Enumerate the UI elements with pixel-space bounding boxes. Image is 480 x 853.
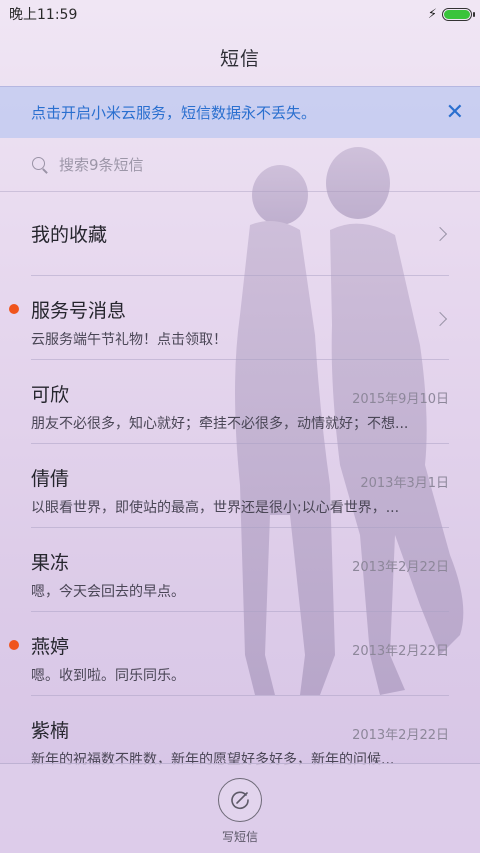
bottom-toolbar: 写短信	[0, 763, 480, 853]
page-title: 短信	[219, 47, 260, 70]
search-bar[interactable]: 搜索9条短信	[0, 138, 480, 192]
thread-row[interactable]: 果冻 2013年2月22日 嗯，今天会回去的早点。	[31, 528, 449, 612]
thread-preview: 以眼看世界，即使站的最高，世界还是很小;以心看世界，...	[31, 500, 400, 516]
unread-dot	[9, 304, 19, 314]
favorites-label: 我的收藏	[31, 224, 108, 246]
thread-preview: 嗯，今天会回去的早点。	[31, 584, 185, 600]
battery-icon	[442, 7, 475, 21]
battery-level	[444, 9, 470, 19]
status-time: 晚上11:59	[9, 7, 78, 23]
thread-date: 2013年2月22日	[352, 644, 449, 659]
compose-label[interactable]: 写短信	[222, 828, 258, 845]
compose-icon	[231, 791, 249, 810]
header: 短信	[0, 28, 480, 86]
thread-name: 服务号消息	[31, 300, 127, 322]
status-bar: 晚上11:59 ⚡	[0, 0, 480, 28]
favorites-row[interactable]: 我的收藏	[31, 192, 449, 276]
bolt-icon: ⚡	[427, 6, 437, 22]
thread-date: 2013年3月1日	[360, 476, 449, 491]
chevron-right-icon	[432, 226, 448, 241]
close-icon[interactable]: ✕	[446, 101, 464, 124]
compose-button[interactable]	[218, 778, 262, 822]
thread-date: 2013年2月22日	[352, 728, 449, 743]
banner-text[interactable]: 点击开启小米云服务，短信数据永不丢失。	[31, 102, 316, 123]
search-icon	[31, 156, 49, 174]
cloud-service-banner[interactable]: 点击开启小米云服务，短信数据永不丢失。 ✕	[0, 86, 480, 138]
thread-preview: 嗯。收到啦。同乐同乐。	[31, 668, 185, 684]
status-indicators: ⚡	[427, 6, 475, 22]
conversation-list: 我的收藏 服务号消息 云服务端午节礼物！点击领取！ 可欣 2015年9月10日 …	[0, 192, 480, 780]
thread-date: 2013年2月22日	[352, 560, 449, 575]
thread-date: 2015年9月10日	[352, 392, 449, 407]
thread-row[interactable]: 倩倩 2013年3月1日 以眼看世界，即使站的最高，世界还是很小;以心看世界，.…	[31, 444, 449, 528]
thread-row[interactable]: 燕婷 2013年2月22日 嗯。收到啦。同乐同乐。	[9, 612, 449, 696]
search-input[interactable]: 搜索9条短信	[59, 154, 144, 175]
thread-preview: 朋友不必很多，知心就好；牵挂不必很多，动情就好；不想...	[31, 416, 409, 432]
thread-preview: 云服务端午节礼物！点击领取！	[31, 332, 227, 348]
thread-row[interactable]: 服务号消息 云服务端午节礼物！点击领取！	[9, 276, 449, 360]
thread-row[interactable]: 可欣 2015年9月10日 朋友不必很多，知心就好；牵挂不必很多，动情就好；不想…	[31, 360, 449, 444]
unread-dot	[9, 640, 19, 650]
